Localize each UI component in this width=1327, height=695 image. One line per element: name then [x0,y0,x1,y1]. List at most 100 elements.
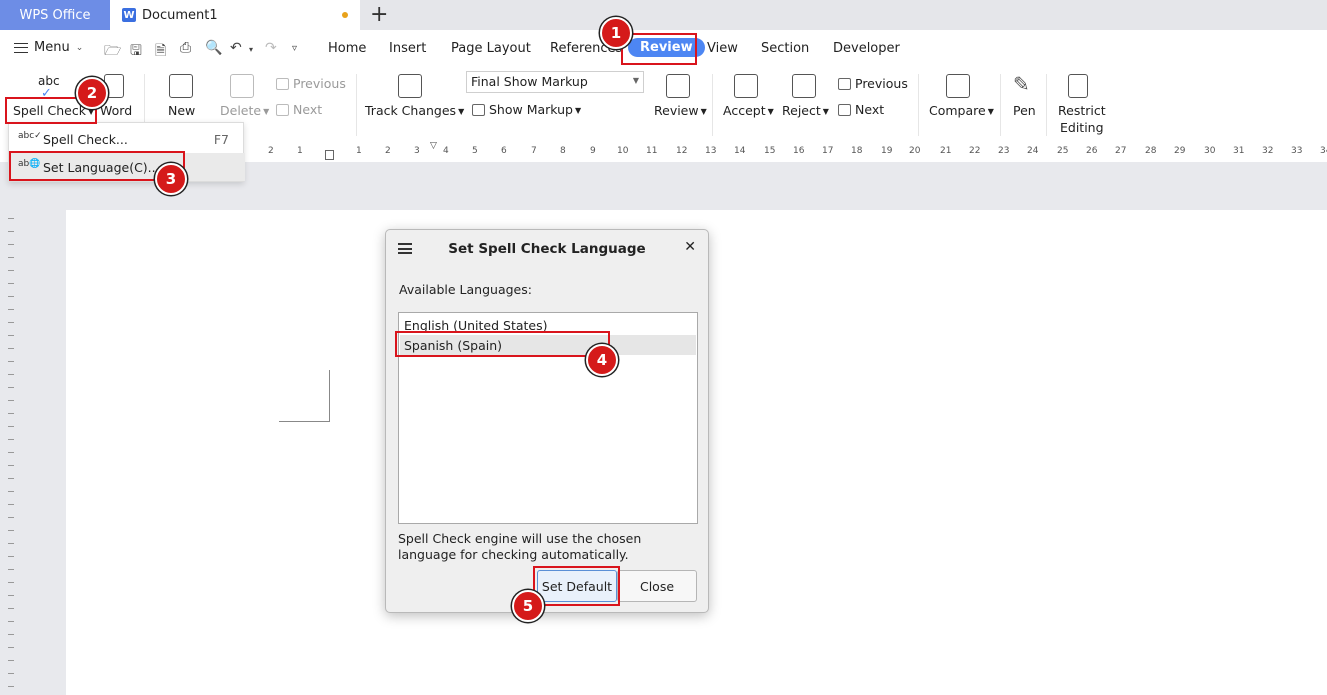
main-menu-label: Menu [34,40,70,55]
new-tab-button[interactable]: + [370,3,388,27]
new-comment-icon [169,74,193,98]
indent-marker-icon[interactable] [325,150,334,160]
menu-item-spell-check[interactable]: abc✓ Spell Check... F7 [9,125,245,153]
reject-change-button[interactable]: Reject ▼ [782,103,829,118]
compare-button[interactable]: Compare ▼ [929,103,994,118]
step-badge-2: 2 [76,77,108,109]
caret-down-icon: ▼ [700,107,707,116]
dialog-menu-icon[interactable] [398,243,412,254]
customize-toolbar-icon[interactable]: ▿ [292,43,297,54]
pen-button[interactable]: Pen [1013,103,1036,118]
tab-insert[interactable]: Insert [389,41,426,56]
restrict-editing-button[interactable]: Restrict [1058,103,1106,118]
caret-down-icon: ▼ [458,107,465,116]
ruler-number: 26 [1086,146,1098,156]
previous-change-icon [838,78,851,90]
ruler-tick [8,504,14,505]
writer-doc-icon: W [122,8,136,22]
main-menu-button[interactable]: Menu ⌄ [14,40,83,55]
next-comment-label: Next [293,102,323,117]
ruler-tick [8,374,14,375]
ruler-number: 6 [501,146,507,156]
previous-change-button[interactable]: Previous [838,76,908,91]
word-count-button[interactable]: Word [100,103,132,118]
wps-office-tab[interactable]: WPS Office [0,0,110,30]
print-preview-icon[interactable]: 🔍 [205,40,222,56]
ruler-number: 2 [268,146,274,156]
ruler-number: 27 [1115,146,1127,156]
new-comment-button[interactable]: New [168,103,195,118]
show-markup-button[interactable]: Show Markup ▼ [472,102,581,117]
print-icon[interactable]: ⎙ [180,40,191,56]
save-icon[interactable]: 🖫 [130,40,142,64]
shortcut-label: F7 [213,131,229,147]
ruler-tick [8,673,14,674]
document-tab[interactable]: W Document1 [110,0,360,30]
review-pane-icon [666,74,690,98]
next-comment-icon [276,104,289,116]
caret-down-icon: ▼ [822,107,829,116]
track-changes-button[interactable]: Track Changes ▼ [365,103,464,118]
ruler-number: 2 [385,146,391,156]
undo-dropdown-icon[interactable]: ▾ [249,45,253,54]
previous-comment-icon [276,78,289,90]
next-change-label: Next [855,102,885,117]
tab-section[interactable]: Section [761,41,809,56]
ribbon-divider [1046,74,1047,136]
caret-down-icon: ▼ [767,107,774,116]
ruler-tick [8,309,14,310]
ruler-number: 13 [705,146,717,156]
caret-down-icon: ▼ [263,107,270,116]
ruler-number: 17 [822,146,834,156]
reject-change-icon [792,74,816,98]
previous-comment-button[interactable]: Previous [276,76,346,91]
ruler-tick [8,556,14,557]
ruler-number: 15 [764,146,776,156]
step-badge-5: 5 [512,590,544,622]
review-pane-button[interactable]: Review ▼ [654,103,707,118]
ruler-number: 9 [590,146,596,156]
compare-icon [946,74,970,98]
ruler-tick [8,361,14,362]
ruler-tick [8,296,14,297]
next-change-button[interactable]: Next [838,102,884,117]
close-button[interactable]: Close [617,570,697,602]
ruler-tick [8,257,14,258]
lock-icon [1068,74,1088,98]
delete-comment-button[interactable]: Delete ▼ [220,103,269,118]
export-pdf-icon[interactable]: 🗎 [155,40,166,64]
ruler-number: 25 [1057,146,1069,156]
tab-developer[interactable]: Developer [833,41,900,56]
ruler-number: 10 [617,146,629,156]
menu-item-spell-check-label: Spell Check... [43,131,128,147]
ruler-tick [8,491,14,492]
compare-label: Compare [929,103,986,118]
first-line-indent-icon[interactable]: ▽ [430,141,437,151]
ruler-number: 8 [560,146,566,156]
tab-page-layout[interactable]: Page Layout [451,41,531,56]
ruler-number: 28 [1145,146,1157,156]
ruler-tick [8,634,14,635]
close-icon[interactable]: ✕ [684,239,696,255]
ruler-tick [8,322,14,323]
ruler-number: 18 [851,146,863,156]
ruler-number: 1 [297,146,303,156]
tab-home[interactable]: Home [328,41,366,56]
ruler-tick [8,426,14,427]
accept-change-icon [734,74,758,98]
open-folder-icon[interactable]: 🗁 [104,40,121,64]
caret-down-icon: ▼ [987,107,994,116]
next-change-icon [838,104,851,116]
ruler-number: 1 [356,146,362,156]
ruler-tick [8,621,14,622]
redo-icon[interactable]: ↷ [265,40,277,56]
undo-icon[interactable]: ↶ [230,40,242,56]
accept-change-button[interactable]: Accept ▼ [723,103,774,118]
ruler-number: 3 [414,146,420,156]
ruler-number: 22 [969,146,981,156]
ruler-tick [8,400,14,401]
ruler-tick [8,530,14,531]
tab-view[interactable]: View [707,41,738,56]
next-comment-button[interactable]: Next [276,102,322,117]
markup-mode-select[interactable]: Final Show Markup ▼ [466,71,644,93]
